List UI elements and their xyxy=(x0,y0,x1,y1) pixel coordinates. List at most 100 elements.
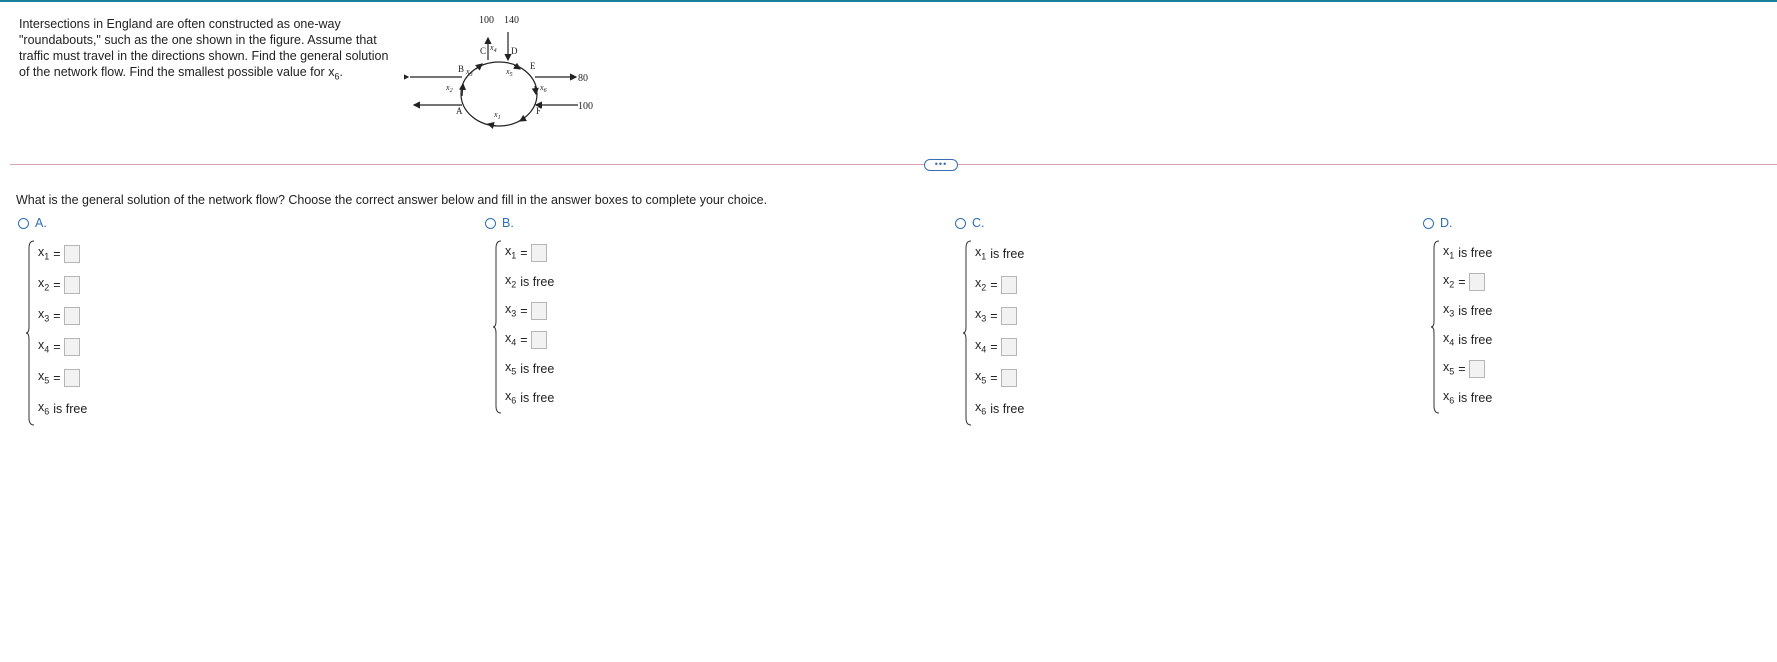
equals-sign: = xyxy=(520,245,528,260)
free-label: is free xyxy=(520,390,555,405)
circle-arrow-x3 xyxy=(475,63,483,71)
answer-box[interactable] xyxy=(1468,272,1485,291)
variable-name: x2 xyxy=(505,273,517,290)
answer-box[interactable] xyxy=(63,244,80,263)
variable-subscript: 5 xyxy=(44,375,50,386)
variable-name: x4 xyxy=(1443,331,1455,348)
radio-button[interactable] xyxy=(1423,217,1434,229)
question-tail: . xyxy=(339,65,343,79)
variable-subscript: 4 xyxy=(981,344,987,355)
expand-button[interactable]: ••• xyxy=(924,159,958,171)
variable-subscript: 1 xyxy=(44,251,50,262)
node-b: B xyxy=(458,64,464,74)
node-a: A xyxy=(456,106,463,116)
choice-option: B. x1 = x2 is free x3 = x4 = x5 is free x6 is free xyxy=(485,216,555,414)
variable-subscript: 6 xyxy=(1449,395,1455,406)
var-x4: x4 xyxy=(489,43,497,54)
variable-name: x1 xyxy=(38,245,50,262)
variable-subscript: 3 xyxy=(981,313,987,324)
equals-sign: = xyxy=(1458,274,1466,289)
equation-row: x3 = xyxy=(38,300,87,331)
var-x3: x3 xyxy=(465,67,473,78)
equation-row: x2 is free xyxy=(505,267,554,296)
variable-subscript: 1 xyxy=(1449,250,1455,261)
equation-row: x5 = xyxy=(975,362,1024,393)
variable-name: x1 xyxy=(505,244,517,261)
variable-subscript: 2 xyxy=(44,282,50,293)
choice-header[interactable]: A. xyxy=(18,216,87,230)
answer-box[interactable] xyxy=(1000,337,1017,356)
equation-row: x2 = xyxy=(1443,267,1492,296)
choice-label: B. xyxy=(502,216,514,230)
variable-name: x4 xyxy=(505,331,517,348)
variable-name: x6 xyxy=(975,400,987,417)
var-x2: x2 xyxy=(445,83,453,94)
variable-name: x2 xyxy=(38,276,50,293)
equals-sign: = xyxy=(520,303,528,318)
radio-button[interactable] xyxy=(955,217,966,229)
label-80: 80 xyxy=(578,73,588,84)
answer-box[interactable] xyxy=(1000,275,1017,294)
variable-name: x3 xyxy=(38,307,50,324)
radio-button[interactable] xyxy=(18,217,29,229)
choice-label: D. xyxy=(1440,216,1453,230)
variable-subscript: 2 xyxy=(981,282,987,293)
variable-name: x3 xyxy=(975,307,987,324)
answer-box[interactable] xyxy=(1468,359,1485,378)
variable-subscript: 6 xyxy=(44,406,50,417)
answer-box[interactable] xyxy=(1000,306,1017,325)
choice-header[interactable]: C. xyxy=(955,216,1024,230)
variable-name: x5 xyxy=(505,360,517,377)
choice-header[interactable]: B. xyxy=(485,216,554,230)
choice-option: C. x1 is free x2 = x3 = x4 = x5 = x6 is free xyxy=(955,216,1024,426)
choice-option: D. x1 is free x2 = x3 is free x4 is free x5 = x6 is … xyxy=(1423,216,1492,414)
equation-row: x1 is free xyxy=(975,238,1024,269)
variable-subscript: 5 xyxy=(1449,366,1455,377)
choice-header[interactable]: D. xyxy=(1423,216,1492,230)
variable-name: x1 xyxy=(975,245,987,262)
free-label: is free xyxy=(1458,332,1493,347)
answer-box[interactable] xyxy=(530,243,547,262)
answer-box[interactable] xyxy=(63,337,80,356)
equals-sign: = xyxy=(990,339,998,354)
answer-box[interactable] xyxy=(63,275,80,294)
equals-sign: = xyxy=(990,277,998,292)
section-divider xyxy=(10,164,1777,165)
choice-label: C. xyxy=(972,216,985,230)
answer-box[interactable] xyxy=(63,368,80,387)
variable-name: x3 xyxy=(1443,302,1455,319)
variable-subscript: 5 xyxy=(981,375,987,386)
equals-sign: = xyxy=(520,332,528,347)
radio-button[interactable] xyxy=(485,217,496,229)
label-140-top: 140 xyxy=(504,15,519,26)
variable-subscript: 4 xyxy=(1449,337,1455,348)
roundabout-figure: 100 140 40 80 100 100 B C D E A F x4 x3 … xyxy=(404,14,604,134)
variable-name: x2 xyxy=(1443,273,1455,290)
variable-subscript: 2 xyxy=(1449,279,1455,290)
variable-name: x6 xyxy=(1443,389,1455,406)
equation-row: x6 is free xyxy=(1443,383,1492,412)
variable-name: x4 xyxy=(38,338,50,355)
variable-subscript: 4 xyxy=(44,344,50,355)
free-label: is free xyxy=(520,361,555,376)
answer-box[interactable] xyxy=(530,301,547,320)
variable-subscript: 6 xyxy=(511,395,517,406)
equation-row: x3 = xyxy=(505,296,554,325)
equation-row: x2 = xyxy=(975,269,1024,300)
answer-box[interactable] xyxy=(530,330,547,349)
var-x1: x1 xyxy=(493,110,501,121)
equation-row: x6 is free xyxy=(38,393,87,424)
variable-name: x5 xyxy=(1443,360,1455,377)
variable-subscript: 4 xyxy=(511,337,517,348)
variable-name: x6 xyxy=(505,389,517,406)
circle-arrow-f xyxy=(518,114,527,122)
answer-box[interactable] xyxy=(63,306,80,325)
var-x6: x6 xyxy=(539,83,547,94)
answer-box[interactable] xyxy=(1000,368,1017,387)
variable-subscript: 1 xyxy=(981,251,987,262)
question-text: Intersections in England are often const… xyxy=(19,16,394,85)
variable-subscript: 2 xyxy=(511,279,517,290)
equation-row: x4 = xyxy=(975,331,1024,362)
equation-row: x4 is free xyxy=(1443,325,1492,354)
variable-subscript: 3 xyxy=(511,308,517,319)
